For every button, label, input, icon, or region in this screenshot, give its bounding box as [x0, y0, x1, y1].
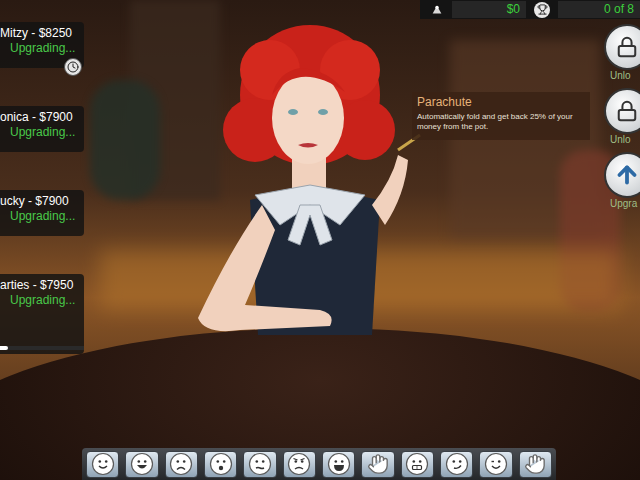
emote-button[interactable]: [322, 451, 355, 478]
trophy-button[interactable]: [534, 2, 550, 18]
face-icon: [405, 452, 429, 476]
player-list: Mitzy - $8250Upgrading...onica - $7900Up…: [0, 22, 84, 354]
player-panel: arties - $7950Upgrading...: [0, 274, 84, 354]
face-icon: [287, 452, 311, 476]
mascot-icon: [430, 3, 444, 17]
emote-button[interactable]: [165, 451, 198, 478]
emote-button[interactable]: [401, 451, 434, 478]
player-panel: ucky - $7900Upgrading...: [0, 190, 84, 236]
clock-icon: [67, 61, 79, 73]
upgrade-progress: [0, 346, 84, 350]
face-icon: [248, 452, 272, 476]
face-icon: [484, 452, 508, 476]
button-label: Unlo: [604, 134, 631, 146]
hand-icon: [524, 453, 546, 475]
player-panel: onica - $7900Upgrading...: [0, 106, 84, 152]
emote-button[interactable]: [519, 451, 552, 478]
tooltip-text: Automatically fold and get back 25% of y…: [417, 112, 585, 132]
emote-button[interactable]: [440, 451, 473, 478]
unlock-button[interactable]: Unlo: [604, 88, 640, 146]
top-bar: $0 0 of 8: [420, 0, 640, 19]
player-status: Upgrading...: [0, 209, 84, 223]
tooltip-title: Parachute: [417, 95, 585, 110]
unlock-button[interactable]: Unlo: [604, 24, 640, 82]
game-screen: $00 of 8Mitzy - $8250Upgrading...onica -…: [0, 0, 640, 480]
arrow-up-icon: [614, 162, 640, 188]
button-label: Unlo: [604, 70, 631, 82]
emote-button[interactable]: [361, 451, 394, 478]
face-icon: [169, 452, 193, 476]
emote-button[interactable]: [479, 451, 512, 478]
hand-icon: [367, 453, 389, 475]
emote-button[interactable]: [204, 451, 237, 478]
lock-icon: [616, 100, 638, 122]
achievements-count: 0 of 8: [558, 1, 640, 18]
side-buttons: Unlo Unlo Upgra: [604, 24, 640, 210]
trophy-icon: [537, 4, 548, 15]
emote-button[interactable]: [243, 451, 276, 478]
unlock-button[interactable]: Upgra: [604, 152, 640, 210]
face-icon: [209, 452, 233, 476]
player-name: ucky - $7900: [0, 194, 84, 208]
button-label: Upgra: [604, 198, 637, 210]
face-icon: [91, 452, 115, 476]
face-icon: [445, 452, 469, 476]
player-panel: Mitzy - $8250Upgrading...: [0, 22, 84, 68]
player-name: onica - $7900: [0, 110, 84, 124]
dealer-character: [0, 0, 640, 480]
emote-button[interactable]: [283, 451, 316, 478]
face-icon: [327, 452, 351, 476]
player-status: Upgrading...: [0, 293, 84, 307]
face-icon: [130, 452, 154, 476]
emote-button[interactable]: [125, 451, 158, 478]
timer-badge: [64, 58, 82, 76]
lock-icon: [616, 36, 638, 58]
money-display: $0: [452, 1, 526, 18]
player-status: Upgrading...: [0, 41, 84, 55]
player-name: Mitzy - $8250: [0, 26, 84, 40]
player-name: arties - $7950: [0, 278, 84, 292]
emote-button[interactable]: [86, 451, 119, 478]
player-status: Upgrading...: [0, 125, 84, 139]
emote-bar: [82, 448, 556, 480]
tooltip: Parachute Automatically fold and get back…: [412, 92, 590, 140]
